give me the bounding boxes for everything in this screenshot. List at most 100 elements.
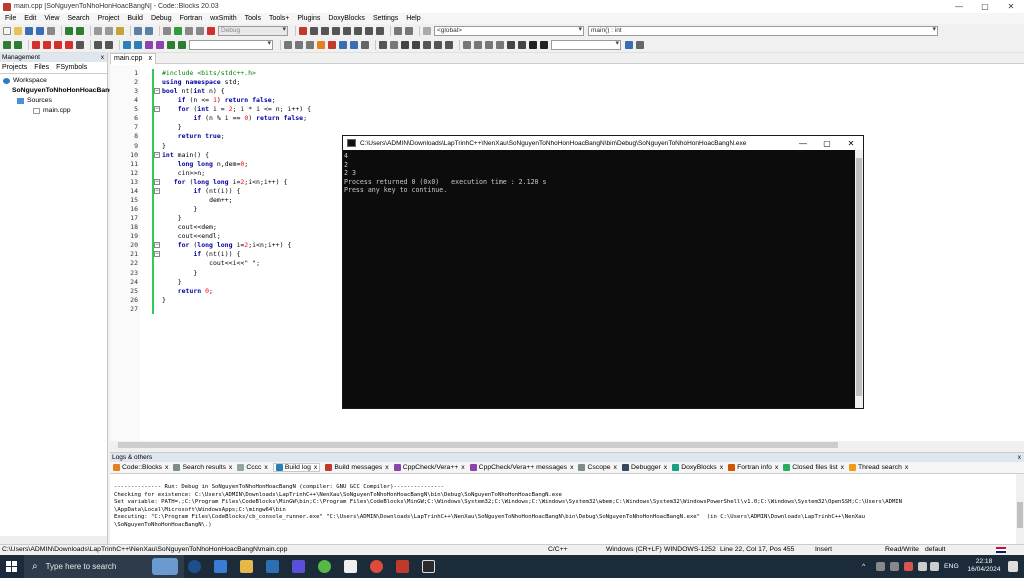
wxsmith-panel-icon[interactable] <box>412 41 420 49</box>
bookmark-next-icon[interactable] <box>54 41 62 49</box>
cut-icon[interactable] <box>94 27 102 35</box>
doxyblocks-extract-icon[interactable] <box>134 41 142 49</box>
fold-toggle-icon[interactable]: − <box>154 187 160 194</box>
debug-info-icon[interactable] <box>405 27 413 35</box>
log-tab[interactable]: Code::Blocks x <box>113 464 168 471</box>
tray-wifi-icon[interactable] <box>918 562 927 571</box>
log-tab[interactable]: Fortran info x <box>728 464 778 471</box>
menu-doxyblocks[interactable]: DoxyBlocks <box>328 15 365 22</box>
doxyblocks-block-icon[interactable] <box>145 41 153 49</box>
console-taskbar-icon[interactable] <box>422 560 435 573</box>
task-view-icon[interactable] <box>214 560 227 573</box>
step-into-icon[interactable] <box>332 27 340 35</box>
maximize-button[interactable]: ▢ <box>972 0 998 13</box>
step-out-icon[interactable] <box>343 27 351 35</box>
chrome-green-icon[interactable] <box>318 560 331 573</box>
menu-fortran[interactable]: Fortran <box>180 15 203 22</box>
menu-project[interactable]: Project <box>98 15 120 22</box>
menu-edit[interactable]: Edit <box>24 15 36 22</box>
log-tab-close-button[interactable]: x <box>385 464 388 471</box>
search-select[interactable] <box>551 40 621 50</box>
tree-project[interactable]: SoNguyenToNhoHonHoacBangN <box>3 86 118 96</box>
tab-close-button[interactable]: x <box>149 54 153 64</box>
windows-start-icon[interactable] <box>6 561 17 572</box>
chrome-browser-icon[interactable] <box>370 560 383 573</box>
mail-icon[interactable] <box>266 560 279 573</box>
scrollbar-thumb[interactable] <box>1017 502 1023 528</box>
fold-toggle-icon[interactable]: − <box>154 151 160 158</box>
tray-security-icon[interactable] <box>904 562 913 571</box>
tab-files[interactable]: Files <box>34 64 49 71</box>
wxsmith-box-icon[interactable] <box>496 41 504 49</box>
menu-tools[interactable]: Tools <box>245 15 261 22</box>
logs-close-button[interactable]: x <box>1018 453 1021 462</box>
code-line[interactable]: cout<<endl; <box>162 232 221 240</box>
menu-debug[interactable]: Debug <box>151 15 172 22</box>
file-explorer-icon[interactable] <box>240 560 253 573</box>
nav-prev-icon[interactable] <box>284 41 292 49</box>
code-line[interactable]: for (int i = 2; i * i <= n; i++) { <box>162 105 311 113</box>
management-close-button[interactable]: x <box>101 53 104 62</box>
symbol-select[interactable]: main() : int <box>588 26 938 36</box>
tray-volume-icon[interactable] <box>930 562 939 571</box>
code-line[interactable]: for (long long i=2;i<n;i++) { <box>162 178 288 186</box>
fold-toggle-icon[interactable]: − <box>154 88 160 95</box>
log-tab[interactable]: Cscope x <box>578 464 617 471</box>
menu-help[interactable]: Help <box>406 15 420 22</box>
menu-wxsmith[interactable]: wxSmith <box>210 15 236 22</box>
fold-toggle-icon[interactable]: − <box>154 242 160 249</box>
taskbar-clock[interactable]: 22:18 16/04/2024 <box>964 558 1004 574</box>
code-line[interactable]: dem++; <box>162 196 233 204</box>
undo-icon[interactable] <box>65 27 73 35</box>
paste-icon[interactable] <box>116 27 124 35</box>
console-output[interactable]: 4 2 2 3 Process returned 0 (0x0) executi… <box>343 150 855 408</box>
tray-language[interactable]: ENG <box>944 555 959 578</box>
zoom-out-icon[interactable] <box>518 41 526 49</box>
wxsmith-spacer-icon[interactable] <box>485 41 493 49</box>
next-line-icon[interactable] <box>321 27 329 35</box>
management-horizontal-scrollbar[interactable] <box>0 536 107 544</box>
log-tab-close-button[interactable]: x <box>775 464 778 471</box>
code-line[interactable]: bool nt(int n) { <box>162 87 225 95</box>
console-minimize-button[interactable]: — <box>791 139 815 148</box>
highlight-icon[interactable] <box>317 41 325 49</box>
fold-toggle-icon[interactable]: − <box>154 178 160 185</box>
back-arrow-icon[interactable] <box>3 41 11 49</box>
store-icon[interactable] <box>344 560 357 573</box>
menu-file[interactable]: File <box>5 15 16 22</box>
log-tab-close-button[interactable]: x <box>314 464 317 471</box>
code-line[interactable]: return true; <box>162 132 225 140</box>
code-line[interactable]: long long n,dem=0; <box>162 160 249 168</box>
copy-icon[interactable] <box>105 27 113 35</box>
build-gear-icon[interactable] <box>163 27 171 35</box>
log-tab-close-button[interactable]: x <box>720 464 723 471</box>
wxsmith-grid-icon[interactable] <box>474 41 482 49</box>
redo-icon[interactable] <box>76 27 84 35</box>
code-line[interactable]: cin>>n; <box>162 169 205 177</box>
code-line[interactable]: if (nt(i)) { <box>162 250 240 258</box>
log-tab[interactable]: CppCheck/Vera++ messages x <box>469 464 573 471</box>
log-tab[interactable]: Closed files list x <box>783 464 844 471</box>
doxyblocks-line-icon[interactable] <box>156 41 164 49</box>
log-tab[interactable]: CppCheck/Vera++ x <box>393 464 465 471</box>
tab-main-cpp[interactable]: main.cpp x <box>110 53 156 64</box>
doxyblocks-wizard-icon[interactable] <box>123 41 131 49</box>
wxsmith-check-icon[interactable] <box>445 41 453 49</box>
code-c-icon[interactable] <box>540 41 548 49</box>
minimize-button[interactable]: — <box>946 0 972 13</box>
code-line[interactable]: } <box>162 205 197 213</box>
tab-fsymbols[interactable]: FSymbols <box>56 64 87 71</box>
tab-projects[interactable]: Projects <box>2 64 27 71</box>
code-line[interactable]: } <box>162 269 197 277</box>
next-instruction-icon[interactable] <box>354 27 362 35</box>
notification-icon[interactable] <box>1008 561 1018 572</box>
log-tab[interactable]: Build log x <box>272 463 321 472</box>
codeblocks-taskbar-icon[interactable] <box>396 560 409 573</box>
search-hidden-icon[interactable] <box>350 41 358 49</box>
tray-app-icon[interactable] <box>890 562 899 571</box>
menu-view[interactable]: View <box>44 15 59 22</box>
log-tab-close-button[interactable]: x <box>229 464 232 471</box>
search-options-icon[interactable] <box>361 41 369 49</box>
stop-debug-icon[interactable] <box>376 27 384 35</box>
debug-windows-icon[interactable] <box>394 27 402 35</box>
